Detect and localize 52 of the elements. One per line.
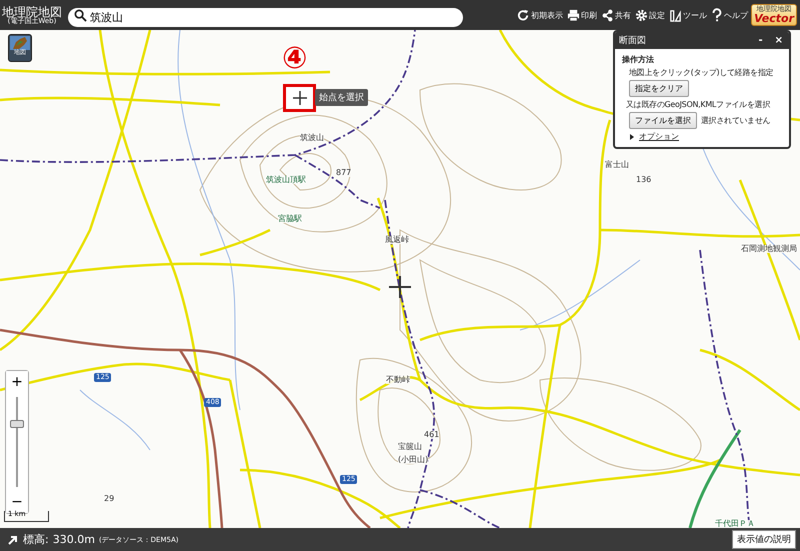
station-label: 筑波山頂駅 bbox=[266, 176, 306, 184]
file-status: 選択されていません bbox=[701, 115, 770, 126]
station-label: 千代田ＰＡ bbox=[715, 520, 755, 528]
elevation-label: 136 bbox=[636, 176, 652, 184]
place-label: 筑波山 bbox=[300, 134, 324, 142]
crosshair-icon bbox=[389, 276, 411, 298]
options-link[interactable]: オプション bbox=[629, 131, 679, 142]
elevation-label: 29 bbox=[104, 495, 114, 503]
question-icon bbox=[711, 8, 724, 22]
plus-cursor-icon bbox=[292, 91, 306, 105]
slider-thumb[interactable] bbox=[10, 420, 24, 428]
ruler-icon bbox=[669, 8, 682, 22]
value-help-button[interactable]: 表示値の説明 bbox=[732, 530, 796, 549]
share-icon bbox=[601, 8, 614, 22]
place-label: 宝篋山 bbox=[398, 443, 422, 451]
section-heading: 操作方法 bbox=[622, 54, 654, 65]
search-field[interactable]: 筑波山 bbox=[68, 8, 463, 26]
app-title: 地理院地図 bbox=[2, 6, 62, 18]
step-number: ④ bbox=[282, 44, 308, 74]
elevation-label: 461 bbox=[424, 431, 440, 439]
arrow-icon bbox=[7, 534, 19, 546]
tooltip: 始点を選択 bbox=[315, 89, 368, 106]
facility-label: 石岡測地観測局 bbox=[741, 245, 797, 253]
toolbar-button[interactable]: 印刷 bbox=[566, 8, 598, 22]
gear-icon bbox=[635, 8, 648, 22]
toolbar-button[interactable]: ヘルプ bbox=[710, 8, 750, 22]
logo-subtitle: Vector bbox=[754, 13, 794, 24]
map-thumbnail-icon bbox=[10, 36, 30, 50]
toolbar-button[interactable]: 共有 bbox=[600, 8, 632, 22]
instruction-text: 又は既存のGeoJSON,KMLファイルを選択 bbox=[626, 99, 770, 110]
file-button[interactable]: ファイルを選択 bbox=[629, 112, 697, 129]
close-button[interactable]: × bbox=[772, 36, 785, 46]
panel-title: 断面図 bbox=[619, 34, 646, 47]
reload-icon bbox=[517, 8, 530, 22]
elevation-value: 330.0m bbox=[52, 533, 95, 546]
station-label: 宮脇駅 bbox=[278, 215, 302, 223]
elevation-label: 877 bbox=[336, 169, 352, 177]
place-label: (小田山) bbox=[398, 456, 428, 464]
elevation-label: 標高: bbox=[23, 532, 49, 547]
search-icon bbox=[74, 8, 87, 22]
topographic-map-drawing[interactable] bbox=[0, 30, 800, 528]
clear-button[interactable]: 指定をクリア bbox=[629, 80, 689, 97]
place-label: 風返峠 bbox=[385, 236, 409, 244]
place-label: 富士山 bbox=[605, 161, 629, 169]
toolbar-button[interactable]: ツール bbox=[668, 8, 708, 22]
triangle-icon bbox=[629, 134, 635, 140]
printer-icon bbox=[567, 8, 580, 22]
toolbar-button[interactable]: 設定 bbox=[634, 8, 666, 22]
toolbar-button[interactable]: 初期表示 bbox=[516, 8, 564, 22]
place-label: 不動峠 bbox=[386, 376, 410, 384]
instruction-text: 地図上をクリック(タップ)して経路を指定 bbox=[629, 67, 774, 78]
minimize-button[interactable]: - bbox=[756, 36, 765, 46]
